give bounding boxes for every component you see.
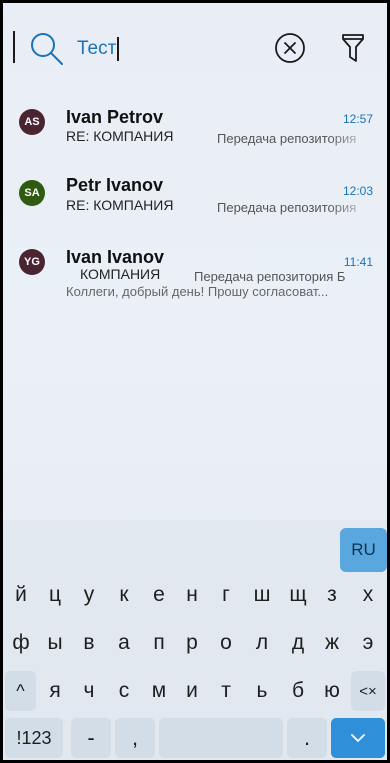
key[interactable]: я bbox=[40, 671, 70, 711]
avatar: AS bbox=[19, 109, 45, 135]
key[interactable]: ю bbox=[317, 671, 347, 711]
key[interactable]: ы bbox=[40, 623, 70, 663]
key[interactable]: т bbox=[211, 671, 241, 711]
message-body-preview: Коллеги, добрый день! Прошу согласоват..… bbox=[66, 284, 329, 299]
key[interactable]: л bbox=[247, 623, 277, 663]
message-subject: RE: КОМПАНИЯ bbox=[66, 128, 174, 144]
key[interactable]: к bbox=[109, 575, 139, 615]
key[interactable]: р bbox=[177, 623, 207, 663]
message-time: 11:41 bbox=[343, 255, 373, 269]
dot-key[interactable]: . bbox=[287, 718, 327, 758]
key[interactable]: б bbox=[283, 671, 313, 711]
search-query: Тест bbox=[77, 38, 117, 59]
key[interactable]: м bbox=[144, 671, 174, 711]
avatar: YG bbox=[19, 249, 45, 275]
key[interactable]: а bbox=[109, 623, 139, 663]
key[interactable]: ф bbox=[6, 623, 36, 663]
sender-name: Petr Ivanov bbox=[66, 175, 164, 195]
key[interactable]: д bbox=[283, 623, 313, 663]
space-key[interactable] bbox=[159, 718, 283, 758]
key[interactable]: э bbox=[353, 623, 383, 663]
key[interactable]: е bbox=[144, 575, 174, 615]
filter-icon[interactable] bbox=[338, 31, 368, 65]
sender-name: Ivan Petrov bbox=[66, 107, 164, 127]
numbers-key[interactable]: !123 bbox=[5, 718, 63, 758]
message-preview: Передача репозитория Б bbox=[194, 269, 346, 284]
key[interactable]: ь bbox=[247, 671, 277, 711]
clear-search-icon[interactable] bbox=[274, 32, 306, 64]
message-preview: Передача репозитория bbox=[217, 131, 357, 146]
backspace-key[interactable]: <× bbox=[351, 671, 385, 711]
key[interactable]: й bbox=[6, 575, 36, 615]
search-input[interactable]: Тест bbox=[77, 37, 120, 61]
dash-key[interactable]: - bbox=[71, 718, 111, 758]
comma-key[interactable]: , bbox=[115, 718, 155, 758]
message-subject: КОМПАНИЯ bbox=[80, 266, 161, 282]
key[interactable]: в bbox=[74, 623, 104, 663]
keyboard: RU й ц у к е н г ш щ з х ф ы в а п р о л… bbox=[3, 520, 387, 760]
message-time: 12:03 bbox=[342, 184, 373, 198]
subject-line: RE: КОМПАНИЯ bbox=[66, 197, 173, 213]
key[interactable]: н bbox=[177, 575, 207, 615]
enter-key[interactable] bbox=[331, 718, 385, 758]
key[interactable]: о bbox=[211, 623, 241, 663]
search-bar: Тест bbox=[3, 3, 387, 91]
shift-key[interactable]: ^ bbox=[5, 671, 36, 711]
search-icon[interactable] bbox=[29, 31, 65, 67]
key[interactable]: и bbox=[177, 671, 207, 711]
list-item[interactable]: YG Ivan Ivanov 11:41 КОМПАНИЯ Передача р… bbox=[3, 240, 387, 320]
subject-line: RE: КОМПАНИЯ bbox=[66, 128, 173, 144]
key[interactable]: щ bbox=[283, 575, 313, 615]
avatar-initials: YG bbox=[24, 256, 40, 268]
list-item[interactable]: SA Petr Ivanov 12:03 RE: КОМПАНИЯ Переда… bbox=[3, 169, 387, 239]
key[interactable]: г bbox=[211, 575, 241, 615]
avatar-initials: AS bbox=[24, 116, 40, 128]
screen: Тест AS Ivan Petrov 12:57 RE: КОМПАНИЯ П… bbox=[3, 3, 387, 760]
message-subject: RE: КОМПАНИЯ bbox=[66, 197, 174, 213]
key[interactable]: ж bbox=[317, 623, 347, 663]
sender-name: Ivan Ivanov bbox=[66, 247, 165, 267]
key[interactable]: ц bbox=[40, 575, 70, 615]
key[interactable]: ш bbox=[247, 575, 277, 615]
key[interactable]: у bbox=[74, 575, 104, 615]
key[interactable]: п bbox=[144, 623, 174, 663]
message-time: 12:57 bbox=[342, 112, 373, 126]
avatar: SA bbox=[19, 180, 45, 206]
key[interactable]: с bbox=[109, 671, 139, 711]
avatar-initials: SA bbox=[24, 187, 40, 199]
key[interactable]: х bbox=[353, 575, 383, 615]
list-item[interactable]: AS Ivan Petrov 12:57 RE: КОМПАНИЯ Переда… bbox=[3, 98, 387, 168]
key[interactable]: ч bbox=[74, 671, 104, 711]
back-edge-indicator bbox=[13, 31, 15, 63]
text-caret bbox=[117, 37, 120, 61]
language-key[interactable]: RU bbox=[340, 528, 387, 572]
chevron-down-icon bbox=[351, 734, 365, 742]
subject-line: КОМПАНИЯ bbox=[80, 266, 160, 282]
message-preview: Передача репозитория bbox=[217, 200, 357, 215]
key[interactable]: з bbox=[317, 575, 347, 615]
